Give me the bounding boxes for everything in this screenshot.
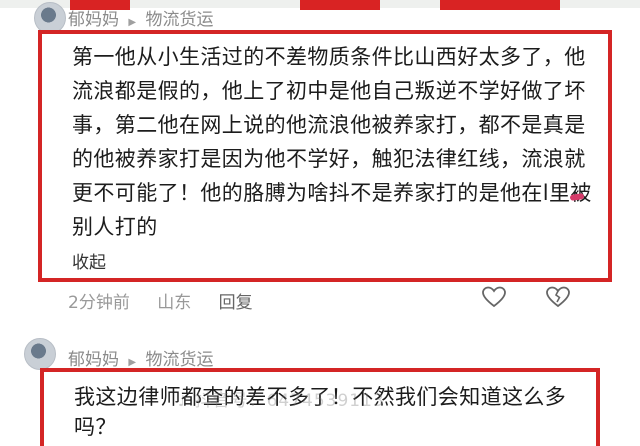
username[interactable]: 郁妈妈 <box>68 10 119 30</box>
comment-text: 第一他从小生活过的不差物质条件比山西好太多了，他流浪都是假的，他上了初中是他自己… <box>72 45 592 239</box>
comment-time: 2分钟前 <box>68 293 130 313</box>
user-tag: 物流货运 <box>145 350 214 370</box>
tiktok-logo-icon: ♪ <box>178 392 189 410</box>
red-highlight-fragment <box>440 0 560 10</box>
username[interactable]: 郁妈妈 <box>68 350 119 370</box>
watermark-text: 抖音号：6474539113 <box>194 391 385 411</box>
heart-icon[interactable] <box>482 286 506 308</box>
watermark: ♪ 抖音号：6474539113 <box>178 386 385 411</box>
reply-button[interactable]: 回复 <box>219 293 253 313</box>
play-triangle-icon: ▶ <box>128 357 137 368</box>
comment-highlight-box: 第一他从小生活过的不差物质条件比山西好太多了，他流浪都是假的，他上了初中是他自己… <box>38 30 612 282</box>
play-triangle-icon: ▶ <box>128 17 137 28</box>
broken-heart-icon[interactable] <box>546 286 570 308</box>
avatar[interactable] <box>24 338 56 370</box>
user-tag: 物流货运 <box>145 10 214 30</box>
collapse-button[interactable]: 收起 <box>72 248 106 273</box>
comment-author-row: 郁妈妈 ▶ 物流货运 <box>68 5 214 30</box>
comment-author-row: 郁妈妈 ▶ 物流货运 <box>68 345 214 370</box>
comment-meta: 2分钟前 山东 回复 <box>68 288 275 313</box>
comment-location: 山东 <box>157 293 192 313</box>
red-highlight-fragment <box>300 0 380 10</box>
